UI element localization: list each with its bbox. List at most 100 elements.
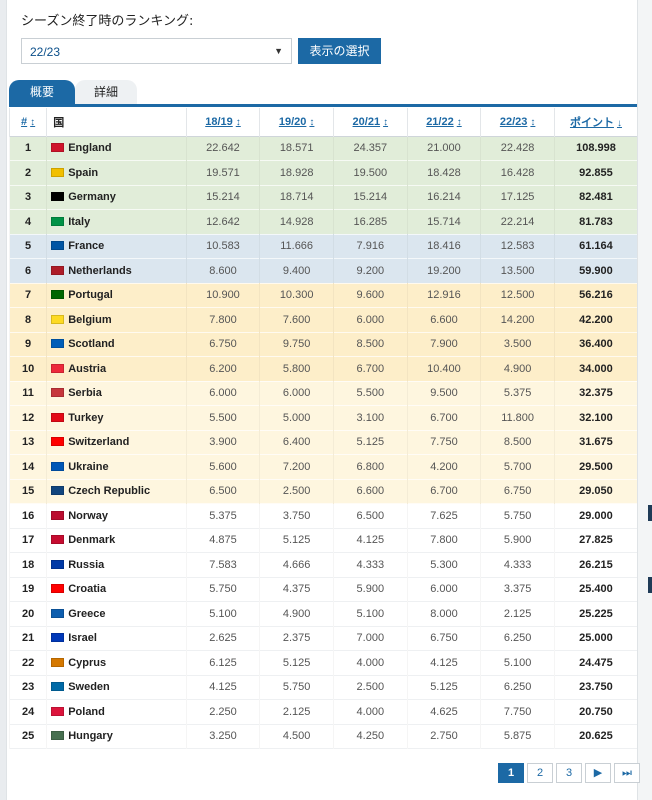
season-points-cell: 7.200	[259, 454, 334, 479]
total-points-cell: 25.000	[553, 626, 637, 651]
season-points-cell: 7.625	[406, 503, 481, 528]
season-points-cell: 4.250	[332, 724, 408, 749]
rank-cell: 14	[8, 454, 47, 479]
column-header-points[interactable]: ポイント ↓	[553, 108, 637, 136]
country-name[interactable]: Austria	[68, 363, 106, 375]
season-points-cell: 5.750	[259, 675, 334, 700]
season-points-cell: 5.125	[406, 675, 481, 700]
rank-cell: 18	[8, 552, 47, 577]
sort-icon: ↕	[530, 116, 536, 128]
table-row: 24 Poland 2.250 2.125 4.000 4.625 7.750 20.750	[8, 699, 637, 724]
rank-cell: 19	[8, 577, 47, 602]
season-points-cell: 4.625	[406, 699, 481, 724]
rank-cell: 21	[8, 626, 47, 651]
country-name[interactable]: Switzerland	[68, 436, 129, 448]
season-points-cell: 4.125	[332, 528, 408, 553]
tab-details[interactable]: 詳細	[75, 80, 137, 104]
sort-icon: ↕	[309, 116, 315, 128]
country-name[interactable]: Israel	[68, 632, 97, 644]
country-name[interactable]: Italy	[68, 216, 90, 228]
season-points-cell: 14.200	[480, 307, 555, 332]
country-name[interactable]: Portugal	[68, 289, 113, 301]
column-header-1920[interactable]: 19/20 ↕	[259, 108, 334, 136]
page-button-2[interactable]: 2	[527, 763, 553, 783]
season-points-cell: 6.400	[259, 430, 334, 455]
flag-icon	[51, 363, 65, 373]
table-row: 18 Russia 7.583 4.666 4.333 5.300 4.333 26.215	[8, 552, 637, 577]
country-name[interactable]: Scotland	[68, 338, 114, 350]
season-points-cell: 4.333	[332, 552, 408, 577]
sort-icon: ↕	[383, 116, 389, 128]
country-name[interactable]: Cyprus	[68, 657, 106, 669]
next-page-icon[interactable]: ▶	[585, 763, 611, 783]
table-row: 1 England 22.642 18.571 24.357 21.000 22.428 10…	[8, 136, 637, 161]
flag-icon	[51, 290, 65, 300]
flag-icon	[51, 633, 65, 643]
season-points-cell: 18.416	[406, 234, 481, 259]
column-header-2223[interactable]: 22/23 ↕	[480, 108, 555, 136]
total-points-cell: 81.783	[553, 209, 637, 234]
country-name[interactable]: Germany	[68, 191, 116, 203]
table-header-row: # ↕ 国 18/19 ↕ 19/20 ↕ 20/21 ↕ 21/22 ↕ 22/23 ↕ …	[8, 108, 637, 136]
table-row: 25 Hungary 3.250 4.500 4.250 2.750 5.875 20.625	[8, 724, 637, 749]
season-points-cell: 22.428	[480, 136, 555, 161]
country-name[interactable]: Serbia	[68, 387, 102, 399]
season-points-cell: 18.428	[406, 160, 481, 185]
season-points-cell: 4.875	[185, 528, 260, 553]
country-name[interactable]: Russia	[68, 559, 104, 571]
season-points-cell: 6.125	[185, 650, 260, 675]
rank-cell: 7	[8, 283, 47, 308]
season-points-cell: 7.800	[185, 307, 260, 332]
country-cell: Germany	[46, 185, 187, 210]
last-page-icon[interactable]: ⏭	[614, 763, 640, 783]
country-name[interactable]: Denmark	[68, 534, 115, 546]
flag-icon	[51, 412, 65, 422]
page-button-1[interactable]: 1	[498, 763, 524, 783]
season-points-cell: 5.375	[185, 503, 260, 528]
country-name[interactable]: Czech Republic	[68, 485, 150, 497]
table-row: 15 Czech Republic 6.500 2.500 6.600 6.700 6.75…	[8, 479, 637, 504]
season-points-cell: 4.375	[259, 577, 334, 602]
tab-overview[interactable]: 概要	[9, 80, 75, 104]
season-points-cell: 4.000	[332, 650, 408, 675]
country-name[interactable]: Croatia	[68, 583, 106, 595]
country-name[interactable]: Turkey	[68, 412, 103, 424]
country-cell: Spain	[46, 160, 187, 185]
sort-desc-icon: ↓	[616, 117, 622, 129]
country-name[interactable]: Spain	[68, 167, 98, 179]
country-name[interactable]: France	[68, 240, 104, 252]
season-select[interactable]: 22/23 ▼	[21, 38, 292, 64]
rank-cell: 17	[8, 528, 47, 553]
country-name[interactable]: Sweden	[68, 681, 110, 693]
flag-icon	[51, 608, 65, 618]
season-points-cell: 2.500	[259, 479, 334, 504]
rank-cell: 9	[8, 332, 47, 357]
chevron-down-icon: ▼	[274, 46, 283, 56]
country-name[interactable]: Netherlands	[68, 265, 132, 277]
total-points-cell: 92.855	[553, 160, 637, 185]
table-row: 21 Israel 2.625 2.375 7.000 6.750 6.250 25.000	[8, 626, 637, 651]
show-selection-button[interactable]: 表示の選択	[298, 38, 381, 64]
season-points-cell: 6.700	[406, 405, 481, 430]
total-points-cell: 36.400	[553, 332, 637, 357]
page-button-3[interactable]: 3	[556, 763, 582, 783]
country-name[interactable]: Hungary	[68, 730, 113, 742]
country-name[interactable]: England	[68, 142, 111, 154]
flag-icon	[51, 314, 65, 324]
flag-icon	[51, 682, 65, 692]
column-header-2122[interactable]: 21/22 ↕	[406, 108, 481, 136]
total-points-cell: 29.500	[553, 454, 637, 479]
column-header-2021[interactable]: 20/21 ↕	[332, 108, 408, 136]
column-header-rank[interactable]: # ↕	[8, 108, 47, 136]
column-header-1819[interactable]: 18/19 ↕	[185, 108, 260, 136]
country-name[interactable]: Ukraine	[68, 461, 108, 473]
flag-icon	[51, 241, 65, 251]
country-name[interactable]: Belgium	[68, 314, 111, 326]
country-name[interactable]: Norway	[68, 510, 108, 522]
season-points-cell: 6.200	[185, 356, 260, 381]
season-points-cell: 7.583	[185, 552, 260, 577]
season-points-cell: 3.250	[185, 724, 260, 749]
country-name[interactable]: Poland	[68, 706, 105, 718]
country-name[interactable]: Greece	[68, 608, 105, 620]
season-points-cell: 4.666	[259, 552, 334, 577]
